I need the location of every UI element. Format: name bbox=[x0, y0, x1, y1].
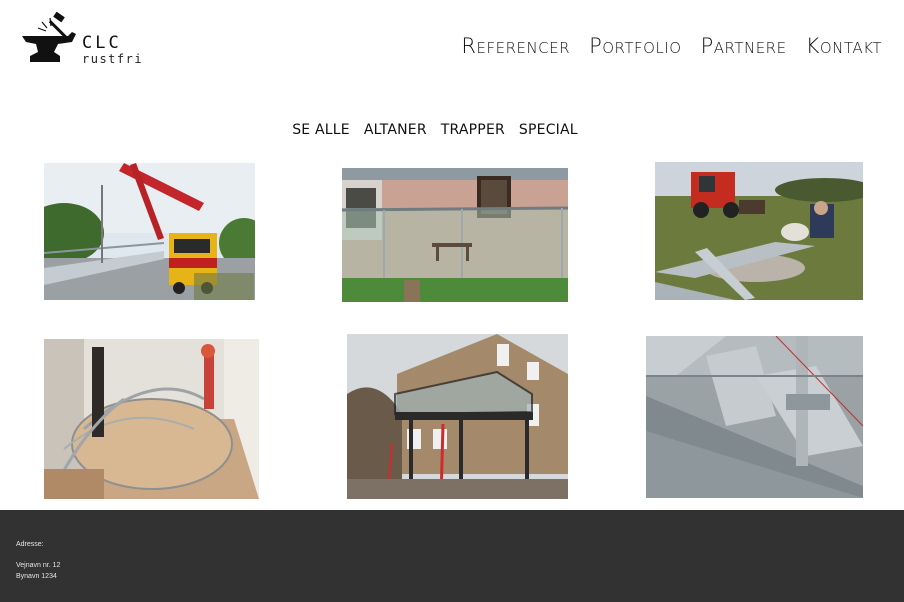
anvil-hammer-icon bbox=[22, 12, 76, 62]
site-footer: Adresse: Vejnavn nr. 12 Bynavn 1234 bbox=[0, 510, 904, 602]
balcony-house-photo[interactable] bbox=[347, 334, 568, 499]
filter-trapper[interactable]: TRAPPER bbox=[441, 122, 505, 138]
brand-logo[interactable]: CLC rustfri bbox=[20, 12, 142, 70]
brand-subtitle: rustfri bbox=[82, 52, 144, 66]
filter-special[interactable]: SPECIAL bbox=[519, 122, 578, 138]
glass-railing-house-photo[interactable] bbox=[342, 168, 568, 302]
nav-item-portfolio[interactable]: Portfolio bbox=[589, 34, 682, 58]
steel-frame-field-photo[interactable] bbox=[655, 162, 863, 300]
nav-item-partnere[interactable]: Partnere bbox=[701, 34, 787, 58]
filter-altaner[interactable]: ALTANER bbox=[364, 122, 427, 138]
brand-name: CLC bbox=[82, 33, 122, 53]
crane-truck-bridge-photo[interactable] bbox=[44, 163, 255, 300]
filter-se-alle[interactable]: SE ALLE bbox=[292, 122, 350, 138]
footer-street: Vejnavn nr. 12 bbox=[16, 562, 61, 569]
footer-city: Bynavn 1234 bbox=[16, 573, 57, 580]
main-nav: Referencer Portfolio Partnere Kontakt bbox=[461, 34, 882, 58]
nav-item-referencer[interactable]: Referencer bbox=[461, 34, 570, 58]
spiral-staircase-photo[interactable] bbox=[44, 339, 259, 499]
steel-grating-stairs-photo[interactable] bbox=[646, 336, 863, 498]
nav-item-kontakt[interactable]: Kontakt bbox=[806, 34, 882, 58]
footer-address-label: Adresse: bbox=[16, 541, 44, 548]
portfolio-filters: SE ALLE ALTANER TRAPPER SPECIAL bbox=[0, 122, 904, 138]
